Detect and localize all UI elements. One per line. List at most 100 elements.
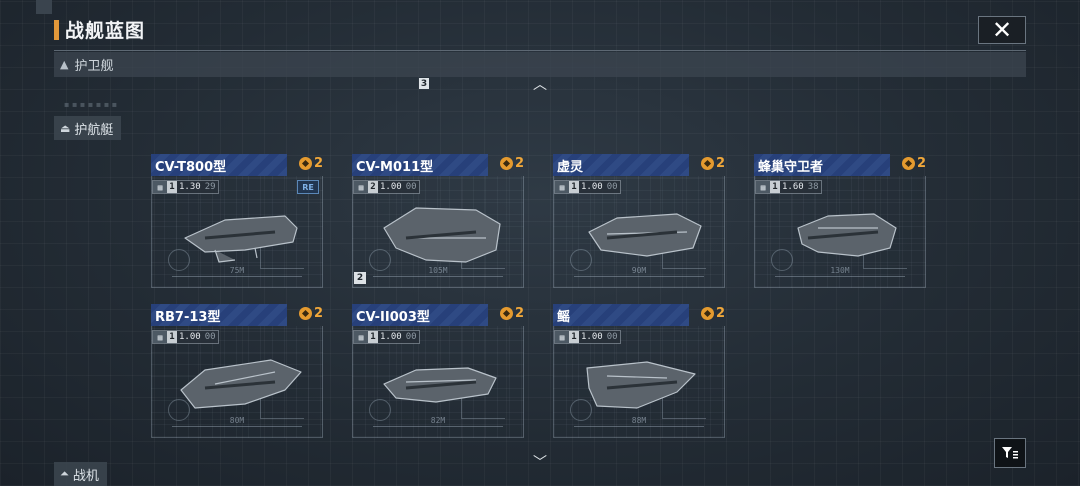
blueprint-count-value: 2: [314, 306, 324, 321]
ship-name: RB7-13型: [155, 309, 221, 325]
ship-illustration: [383, 367, 497, 403]
ship-name-plate: CV-M011型: [352, 154, 488, 176]
ship-stat-value: 1.30: [177, 181, 203, 193]
ship-illustration: [180, 359, 302, 409]
ship-stat-secondary: 00: [604, 181, 620, 193]
ship-stat-value: 1.00: [177, 331, 203, 343]
ship-stats: ▦ 1 1.00 00: [554, 330, 621, 344]
ship-card[interactable]: 105M CV-M011型 2 ▦ 2 1.00 00 2: [352, 154, 530, 292]
blueprint-count-value: 2: [716, 306, 726, 321]
ship-level: 2: [368, 181, 378, 193]
ship-name: CV-T800型: [155, 159, 227, 175]
blueprint-count-value: 2: [716, 156, 726, 171]
blueprint-gem-icon: [299, 307, 312, 320]
blueprint-gem-icon: [500, 157, 513, 170]
ship-stats: ▦ 1 1.00 00: [554, 180, 621, 194]
ship-type-icon: ▦: [354, 331, 368, 343]
blueprint-gem-icon: [701, 307, 714, 320]
ship-illustration: [586, 361, 696, 409]
ship-type-icon: ▦: [153, 181, 167, 193]
ship-stats: ▦ 1 1.00 00: [353, 330, 420, 344]
scale-line: [373, 426, 503, 427]
scale-line: [574, 426, 704, 427]
ship-name: 鳐: [557, 309, 571, 325]
side-category-label: 护航艇: [74, 122, 114, 138]
ship-stat-value: 1.00: [378, 331, 404, 343]
blueprint-count-value: 2: [515, 156, 525, 171]
ship-stat-secondary: 38: [805, 181, 821, 193]
chevron-up-icon[interactable]: ︿: [531, 78, 549, 92]
ship-stat-value: 1.00: [579, 331, 605, 343]
fighter-icon: ⏶: [60, 467, 69, 480]
scale-line: [172, 426, 302, 427]
scale-line: [775, 276, 905, 277]
close-icon: ✕: [991, 16, 1013, 44]
ship-name: CV-M011型: [356, 159, 434, 175]
category-bar-frigate[interactable]: ▲ 护卫舰: [54, 52, 1026, 77]
ship-stat-value: 1.00: [579, 181, 605, 193]
blueprint-count: 2: [299, 156, 323, 171]
ship-stat-secondary: 00: [202, 331, 218, 343]
side-category-label: 战机: [72, 468, 99, 484]
blueprint-count: 2: [902, 156, 926, 171]
ship-name: CV-II003型: [356, 309, 430, 325]
ship-stat-secondary: 00: [403, 181, 419, 193]
ship-type-icon: ▦: [555, 331, 569, 343]
page-title: 战舰蓝图: [65, 20, 146, 42]
ship-illustration: [383, 207, 501, 263]
ship-name-plate: RB7-13型: [151, 304, 287, 326]
ship-level: 1: [569, 331, 579, 343]
ship-level: 1: [167, 181, 177, 193]
ship-level: 1: [167, 331, 177, 343]
ship-card[interactable]: 90M 虚灵 2 ▦ 1 1.00 00: [553, 154, 731, 292]
blueprint-count-value: 2: [314, 156, 324, 171]
chevron-down-icon[interactable]: ﹀: [531, 456, 549, 470]
divider: [54, 50, 1026, 51]
ship-illustration: [184, 215, 298, 263]
side-category-escort[interactable]: ⏏ 护航艇: [54, 116, 122, 140]
background-watermark: ▪ ▪ ▪ ▪ ▪ ▪ ▪: [64, 100, 118, 109]
ship-stats: ▦ 1 1.00 00: [152, 330, 219, 344]
blueprint-gem-icon: [701, 157, 714, 170]
ship-stat-value: 1.60: [780, 181, 806, 193]
re-badge: RE: [297, 180, 319, 194]
blueprint-gem-icon: [902, 157, 915, 170]
ship-name-plate: 虚灵: [553, 154, 689, 176]
ship-stat-secondary: 00: [403, 331, 419, 343]
side-category-fighter[interactable]: ⏶ 战机: [54, 462, 107, 486]
ship-name-plate: CV-II003型: [352, 304, 488, 326]
blueprint-count: 2: [701, 156, 725, 171]
ship-type-icon: ▦: [555, 181, 569, 193]
ship-name-plate: 鳐: [553, 304, 689, 326]
ship-name: 虚灵: [557, 159, 584, 175]
corner-decoration: [36, 0, 52, 14]
ship-card[interactable]: 82M CV-II003型 2 ▦ 1 1.00 00: [352, 304, 530, 442]
blueprint-count-value: 2: [917, 156, 927, 171]
ship-stat-secondary: 29: [202, 181, 218, 193]
ship-level: 1: [569, 181, 579, 193]
ship-stat-secondary: 00: [604, 331, 620, 343]
ship-type-icon: ▦: [354, 181, 368, 193]
category-label: 护卫舰: [74, 59, 114, 74]
scale-line: [574, 276, 704, 277]
blueprint-count-value: 2: [515, 306, 525, 321]
blueprint-gem-icon: [500, 307, 513, 320]
tier-tag: 2: [354, 272, 366, 284]
ship-illustration: [588, 213, 702, 257]
ship-card[interactable]: 75M CV-T800型 2 ▦ 1 1.30 29 RE: [151, 154, 329, 292]
title-bar: 战舰蓝图: [54, 16, 145, 43]
ship-card[interactable]: 88M 鳐 2 ▦ 1 1.00 00: [553, 304, 731, 442]
title-accent: [54, 19, 59, 40]
ship-card[interactable]: 130M 蜂巢守卫者 2 ▦ 1 1.60 38: [754, 154, 932, 292]
ship-card[interactable]: 80M RB7-13型 2 ▦ 1 1.00 00: [151, 304, 329, 442]
scale-line: [172, 276, 302, 277]
filter-button[interactable]: [994, 438, 1026, 468]
ship-level: 1: [368, 331, 378, 343]
ship-illustration: [797, 213, 897, 257]
ship-name: 蜂巢守卫者: [758, 159, 824, 175]
ship-stat-value: 1.00: [378, 181, 404, 193]
blueprint-count: 2: [500, 156, 524, 171]
ship-stats: ▦ 1 1.60 38: [755, 180, 822, 194]
close-button[interactable]: ✕: [978, 16, 1026, 44]
ship-stats: ▦ 1 1.30 29: [152, 180, 219, 194]
